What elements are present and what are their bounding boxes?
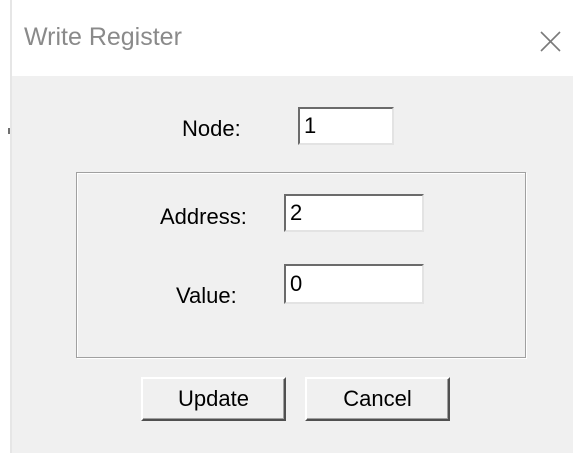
window-title: Write Register <box>24 23 182 51</box>
window-edge-mark <box>8 128 10 134</box>
dialog-client-area: Node: Address: Value: Update Cancel <box>12 76 573 453</box>
write-register-dialog: Write Register Node: Address: Value: Upd… <box>0 0 573 453</box>
value-label: Value: <box>176 283 237 308</box>
close-button[interactable] <box>530 22 570 62</box>
node-input[interactable] <box>298 107 394 145</box>
title-bar[interactable]: Write Register <box>12 0 573 76</box>
close-icon <box>540 31 561 52</box>
address-label: Address: <box>160 204 247 229</box>
cancel-button[interactable]: Cancel <box>305 377 450 421</box>
value-input[interactable] <box>284 264 424 304</box>
node-label: Node: <box>182 116 241 141</box>
address-input[interactable] <box>284 194 424 232</box>
update-button[interactable]: Update <box>141 377 286 421</box>
